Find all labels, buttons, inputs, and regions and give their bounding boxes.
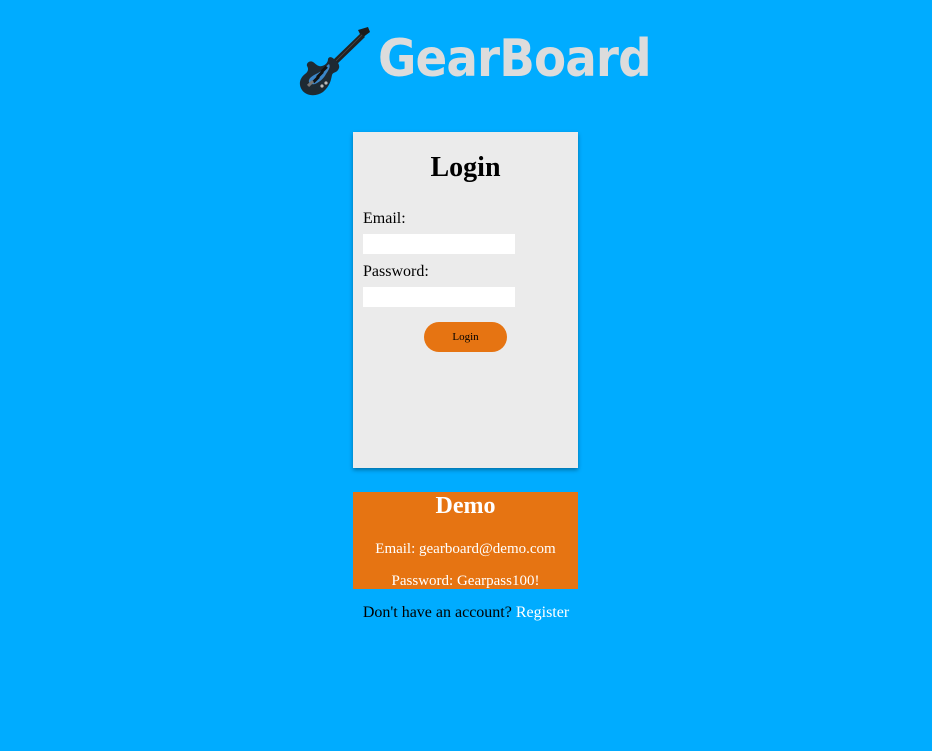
password-field[interactable] bbox=[363, 287, 515, 307]
register-link[interactable]: Register bbox=[516, 604, 569, 621]
email-field[interactable] bbox=[363, 234, 515, 254]
password-label: Password: bbox=[363, 263, 429, 280]
login-button[interactable]: Login bbox=[424, 322, 507, 352]
brand-name: GearBoard bbox=[378, 29, 652, 89]
demo-email: Email: gearboard@demo.com bbox=[375, 541, 556, 557]
login-title: Login bbox=[430, 152, 501, 183]
electric-guitar-icon bbox=[299, 27, 370, 96]
demo-title: Demo bbox=[435, 493, 496, 519]
demo-password: Password: Gearpass100! bbox=[391, 573, 540, 589]
register-prompt: Don't have an account? Register bbox=[0, 604, 932, 622]
app-logo: GearBoard bbox=[298, 26, 652, 96]
demo-card: Demo Email: gearboard@demo.com Password:… bbox=[353, 492, 578, 589]
register-prompt-text: Don't have an account? bbox=[362, 604, 512, 621]
login-card: Login Email: Password: Login bbox=[353, 132, 578, 468]
email-label: Email: bbox=[363, 210, 406, 227]
